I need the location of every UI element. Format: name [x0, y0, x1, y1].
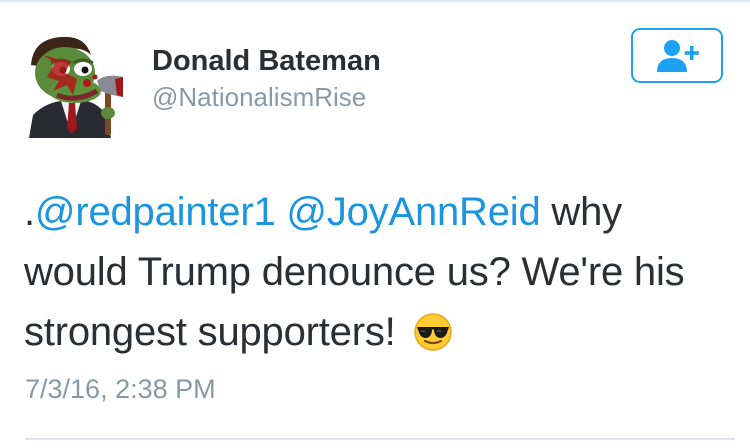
mention-joyannreid[interactable]: @JoyAnnReid	[286, 190, 540, 234]
user-handle[interactable]: @NationalismRise	[152, 82, 381, 112]
tweet-card: Donald Bateman @NationalismRise .@redpai…	[0, 0, 750, 448]
pepe-avatar-icon	[29, 36, 123, 138]
display-name[interactable]: Donald Bateman	[152, 44, 381, 78]
top-divider	[0, 0, 750, 2]
avatar[interactable]	[25, 33, 135, 138]
follow-button[interactable]	[631, 28, 723, 83]
text-space	[276, 190, 287, 234]
bottom-divider	[25, 438, 735, 440]
mention-redpainter1[interactable]: @redpainter1	[35, 190, 276, 234]
author-info[interactable]: Donald Bateman @NationalismRise	[152, 44, 381, 112]
text-prefix: .	[24, 190, 35, 234]
add-user-icon	[657, 39, 699, 72]
tweet-timestamp[interactable]: 7/3/16, 2:38 PM	[25, 374, 216, 405]
sunglasses-emoji-icon	[412, 309, 454, 351]
tweet-text: .@redpainter1 @JoyAnnReid why would Trum…	[24, 182, 724, 362]
